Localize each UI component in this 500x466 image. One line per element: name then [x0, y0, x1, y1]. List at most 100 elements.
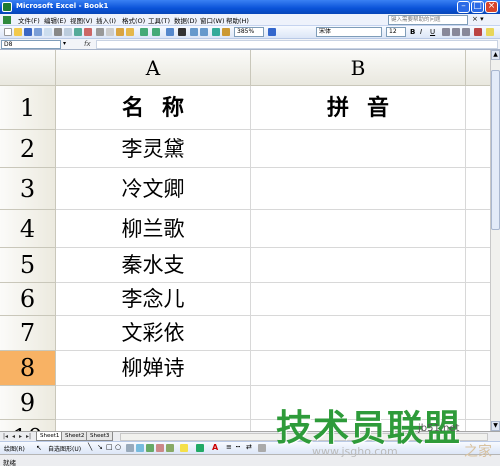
cell-a6[interactable]: 李念儿: [56, 283, 251, 316]
undo-icon[interactable]: [140, 28, 148, 36]
cell-c3[interactable]: [466, 168, 490, 210]
menu-view[interactable]: 视图(V): [70, 15, 93, 25]
mail-icon[interactable]: [44, 28, 52, 36]
autosum-icon[interactable]: [178, 28, 186, 36]
cell-a5[interactable]: 秦水支: [56, 248, 251, 283]
chart-wizard-icon[interactable]: [212, 28, 220, 36]
cell-c4[interactable]: [466, 210, 490, 248]
cell-a3[interactable]: 冷文卿: [56, 168, 251, 210]
align-center-icon[interactable]: [452, 28, 460, 36]
close-workbook-icon[interactable]: × ▾: [472, 15, 484, 23]
line-icon[interactable]: ╲: [88, 443, 92, 451]
column-header-b[interactable]: B: [251, 50, 466, 86]
menu-format[interactable]: 格式(O): [122, 15, 145, 25]
sort-descending-icon[interactable]: [200, 28, 208, 36]
formula-input[interactable]: [96, 40, 498, 49]
print-icon[interactable]: [54, 28, 62, 36]
row-header-9[interactable]: 9: [0, 386, 56, 420]
clipart-icon[interactable]: [156, 444, 164, 452]
menu-file[interactable]: 文件(F): [18, 15, 40, 25]
spelling-icon[interactable]: [74, 28, 82, 36]
cell-b8[interactable]: [251, 351, 466, 386]
scroll-up-icon[interactable]: ▲: [491, 50, 500, 60]
copy-icon[interactable]: [106, 28, 114, 36]
permission-icon[interactable]: [34, 28, 42, 36]
maximize-button[interactable]: □: [471, 1, 484, 13]
row-header-6[interactable]: 6: [0, 283, 56, 316]
column-header-c[interactable]: [466, 50, 490, 86]
insert-function-icon[interactable]: fx: [84, 40, 91, 48]
merge-center-icon[interactable]: [474, 28, 482, 36]
cell-b1[interactable]: 拼音: [251, 86, 466, 130]
close-button[interactable]: ×: [485, 1, 498, 13]
cell-a2[interactable]: 李灵黛: [56, 130, 251, 168]
menu-insert[interactable]: 插入(I): [96, 15, 116, 25]
row-header-5[interactable]: 5: [0, 248, 56, 283]
column-header-a[interactable]: A: [56, 50, 251, 86]
cell-c8[interactable]: [466, 351, 490, 386]
diagram-icon[interactable]: [146, 444, 154, 452]
hyperlink-icon[interactable]: [166, 28, 174, 36]
arrow-icon[interactable]: ↘: [97, 443, 103, 451]
new-icon[interactable]: [4, 28, 12, 36]
sort-ascending-icon[interactable]: [190, 28, 198, 36]
drawing-icon[interactable]: [222, 28, 230, 36]
row-header-3[interactable]: 3: [0, 168, 56, 210]
menu-edit[interactable]: 编辑(E): [44, 15, 66, 25]
row-header-4[interactable]: 4: [0, 210, 56, 248]
fill-color-icon[interactable]: [486, 28, 494, 36]
cell-a10[interactable]: [56, 420, 251, 431]
select-objects-icon[interactable]: ↖: [36, 444, 42, 452]
cell-a7[interactable]: 文彩依: [56, 316, 251, 351]
cell-c6[interactable]: [466, 283, 490, 316]
cell-c5[interactable]: [466, 248, 490, 283]
oval-icon[interactable]: ○: [115, 443, 121, 451]
cell-b5[interactable]: [251, 248, 466, 283]
row-header-7[interactable]: 7: [0, 316, 56, 351]
cell-a9[interactable]: [56, 386, 251, 420]
sheet-tab-sheet3[interactable]: Sheet3: [86, 432, 114, 441]
cell-b6[interactable]: [251, 283, 466, 316]
italic-icon[interactable]: I: [420, 28, 422, 36]
align-left-icon[interactable]: [442, 28, 450, 36]
cell-c2[interactable]: [466, 130, 490, 168]
vertical-scroll-thumb[interactable]: [491, 70, 500, 230]
row-header-8[interactable]: 8: [0, 351, 56, 386]
font-color-icon[interactable]: A: [212, 443, 218, 452]
cell-a4[interactable]: 柳兰歌: [56, 210, 251, 248]
text-box-icon[interactable]: [126, 444, 134, 452]
underline-icon[interactable]: U: [430, 28, 435, 36]
zoom-select[interactable]: 385%: [234, 27, 264, 37]
arrow-style-icon[interactable]: ⇄: [246, 443, 252, 451]
redo-icon[interactable]: [152, 28, 160, 36]
bold-icon[interactable]: B: [410, 28, 415, 36]
shadow-style-icon[interactable]: [258, 444, 266, 452]
draw-menu-button[interactable]: 绘图(R): [4, 444, 25, 453]
format-painter-icon[interactable]: [126, 28, 134, 36]
cell-c1[interactable]: [466, 86, 490, 130]
help-search-input[interactable]: 键入需要帮助的问题: [388, 15, 468, 25]
cell-a8[interactable]: 柳婵诗: [56, 351, 251, 386]
sheet-tab-sheet1[interactable]: Sheet1: [36, 432, 64, 441]
line-style-icon[interactable]: ≡: [226, 443, 232, 451]
research-icon[interactable]: [84, 28, 92, 36]
cell-b2[interactable]: [251, 130, 466, 168]
picture-icon[interactable]: [166, 444, 174, 452]
minimize-button[interactable]: –: [457, 1, 470, 13]
menu-tools[interactable]: 工具(T): [148, 15, 170, 25]
cell-b3[interactable]: [251, 168, 466, 210]
prev-sheet-icon[interactable]: ◂: [12, 433, 15, 440]
help-icon[interactable]: [268, 28, 276, 36]
cut-icon[interactable]: [96, 28, 104, 36]
cell-a1[interactable]: 名称: [56, 86, 251, 130]
row-header-1[interactable]: 1: [0, 86, 56, 130]
line-color-icon[interactable]: [196, 444, 204, 452]
autoshapes-menu-button[interactable]: 自选图形(U): [48, 444, 81, 453]
last-sheet-icon[interactable]: ▸|: [26, 433, 31, 440]
menu-help[interactable]: 帮助(H): [226, 15, 249, 25]
select-all-corner[interactable]: [0, 50, 56, 86]
name-box-dropdown-icon[interactable]: ▾: [63, 40, 66, 47]
menu-window[interactable]: 窗口(W): [200, 15, 225, 25]
cell-c7[interactable]: [466, 316, 490, 351]
vertical-scrollbar[interactable]: ▲ ▼: [490, 50, 500, 431]
